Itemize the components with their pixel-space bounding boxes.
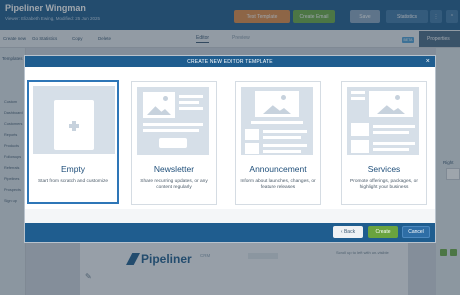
text-line	[179, 107, 203, 110]
template-card-newsletter[interactable]: Newsletter Share recurring updates, or a…	[131, 81, 217, 205]
card-description: Share recurring updates, or any content …	[140, 179, 208, 191]
text-line	[263, 130, 307, 133]
card-title: Announcement	[249, 164, 307, 174]
modal-body: Empty Start from scratch and customize N…	[25, 67, 435, 209]
thumb-placeholder	[245, 143, 259, 154]
thumb-placeholder	[351, 140, 369, 153]
close-icon[interactable]: ×	[426, 57, 430, 66]
sun-shape	[281, 95, 286, 100]
card-title: Empty	[60, 164, 86, 174]
mountain-shape	[263, 105, 291, 114]
text-line	[373, 148, 409, 151]
image-placeholder-icon	[369, 91, 413, 117]
button-placeholder	[159, 138, 187, 148]
card-title: Services	[367, 164, 401, 174]
text-line	[351, 91, 365, 94]
mountain-shape	[377, 105, 405, 114]
card-preview	[347, 87, 419, 155]
card-description: Promote offerings, packages, or highligh…	[350, 179, 418, 191]
create-template-modal: CREATE NEW EDITOR TEMPLATE × Empty Start…	[24, 55, 436, 243]
text-line	[143, 129, 199, 132]
card-description: Start from scratch and customize	[37, 179, 109, 184]
template-card-announcement[interactable]: Announcement Inform about launches, chan…	[235, 81, 321, 205]
text-line	[263, 144, 307, 147]
text-line	[263, 150, 301, 153]
template-card-services[interactable]: Services Promote offerings, packages, or…	[341, 81, 427, 205]
create-button[interactable]: Create	[368, 226, 398, 238]
text-line	[373, 125, 415, 128]
sun-shape	[395, 95, 400, 100]
plus-icon-h	[69, 124, 79, 128]
image-placeholder-icon	[255, 91, 299, 117]
text-line	[373, 142, 415, 145]
template-card-empty[interactable]: Empty Start from scratch and customize	[27, 80, 119, 204]
text-line	[179, 101, 199, 104]
card-preview	[137, 87, 209, 155]
card-description: Inform about launches, changes, or featu…	[240, 179, 316, 191]
modal-header: CREATE NEW EDITOR TEMPLATE ×	[25, 56, 435, 67]
thumb-placeholder	[245, 129, 259, 140]
card-preview	[241, 87, 313, 155]
text-line	[263, 136, 301, 139]
text-line	[373, 131, 409, 134]
modal-title: CREATE NEW EDITOR TEMPLATE	[187, 58, 273, 65]
card-title: Newsletter	[153, 164, 195, 174]
back-button[interactable]: ‹ Back	[333, 226, 363, 238]
mountain-shape	[147, 106, 171, 115]
text-line	[179, 95, 203, 98]
thumb-placeholder	[351, 123, 369, 136]
text-line	[251, 121, 303, 124]
text-line	[143, 123, 203, 126]
image-placeholder-icon	[143, 92, 175, 118]
card-preview	[33, 86, 115, 154]
modal-footer: ‹ Back Create Cancel	[25, 223, 435, 242]
sun-shape	[163, 96, 168, 101]
text-line	[351, 97, 365, 100]
cancel-button[interactable]: Cancel	[402, 226, 430, 238]
blank-page-icon	[54, 100, 94, 150]
